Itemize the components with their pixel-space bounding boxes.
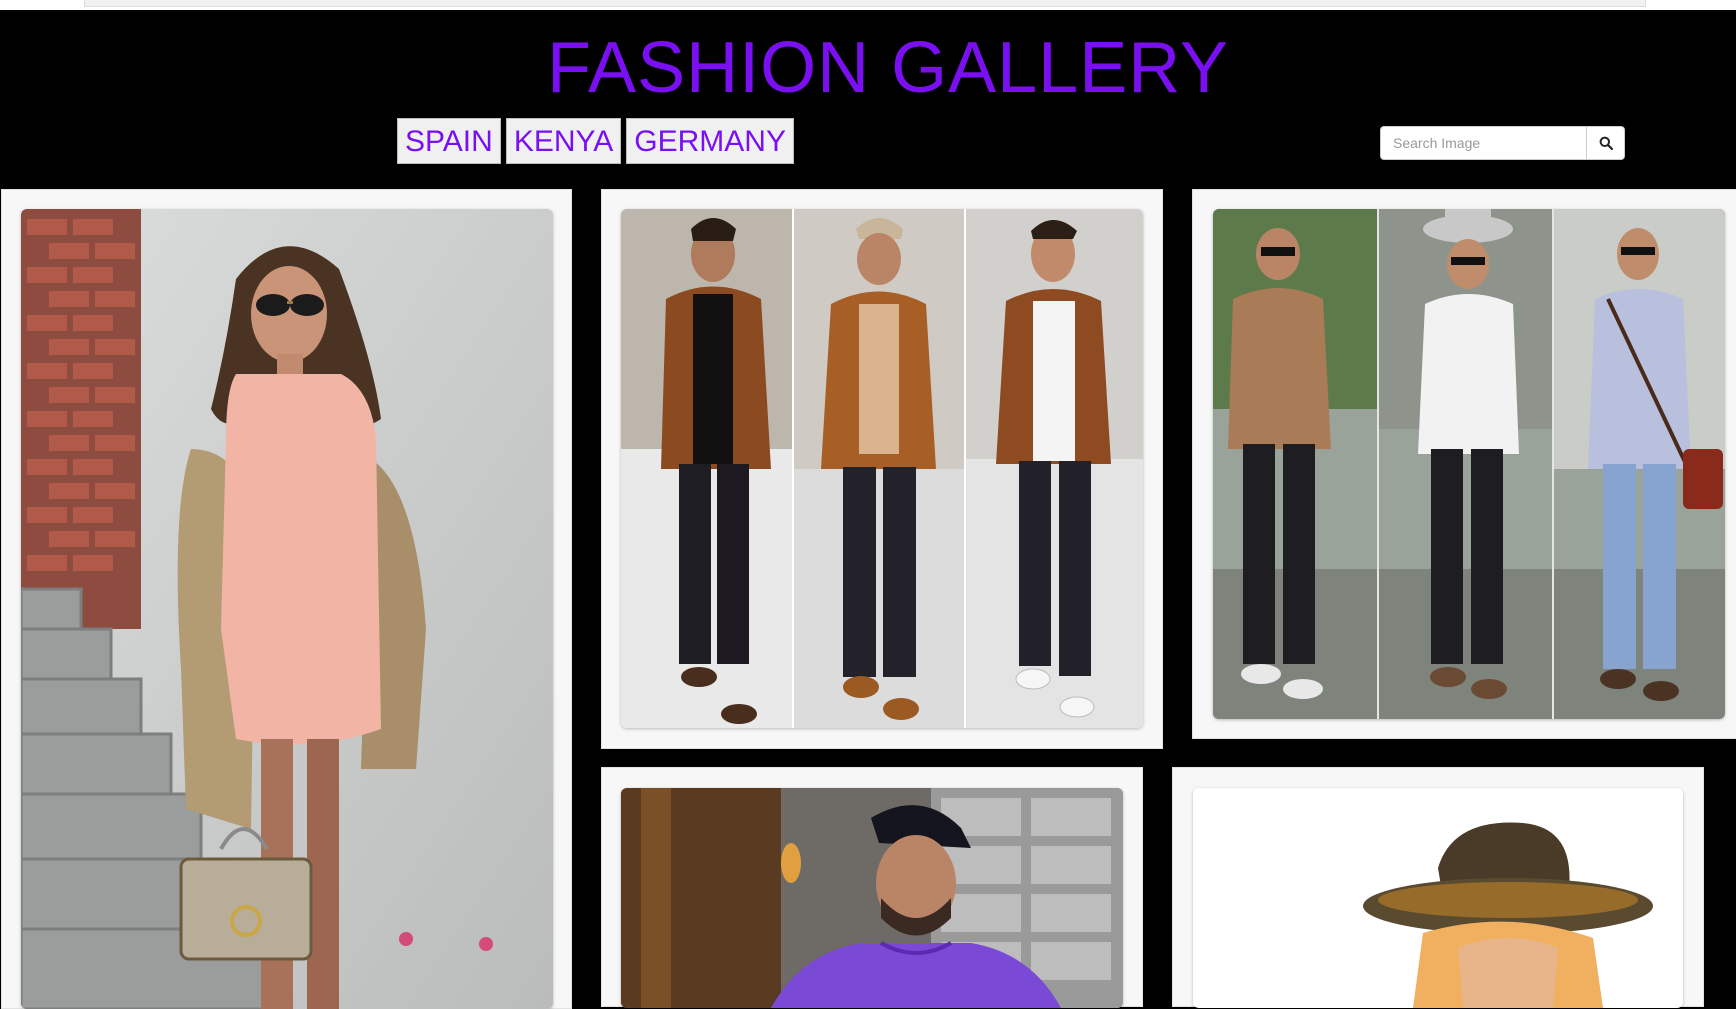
nav-button-germany[interactable]: GERMANY: [626, 118, 794, 164]
gallery-card-5[interactable]: [1172, 767, 1704, 1008]
three-men-brown-jackets-photo[interactable]: [621, 209, 1143, 728]
nav-button-kenya[interactable]: KENYA: [505, 118, 622, 164]
browser-top-strip: [0, 0, 1736, 10]
search-bar: [1380, 126, 1625, 160]
gallery-card-1[interactable]: [1, 189, 572, 1009]
gallery-card-2[interactable]: [601, 189, 1163, 749]
nav-button-spain[interactable]: SPAIN: [397, 118, 501, 164]
browser-top-strip-inner: [84, 0, 1646, 7]
page-title: FASHION GALLERY: [547, 28, 1229, 108]
search-input[interactable]: [1380, 126, 1586, 160]
woman-brown-hat-photo[interactable]: [1193, 788, 1683, 1008]
search-icon: [1599, 136, 1613, 150]
woman-pink-dress-photo[interactable]: [21, 209, 553, 1009]
search-button[interactable]: [1586, 126, 1625, 160]
gallery-card-4[interactable]: [601, 767, 1143, 1008]
man-purple-tee-cap-photo[interactable]: [621, 788, 1123, 1008]
gallery-card-3[interactable]: [1192, 189, 1736, 739]
three-men-street-style-photo[interactable]: [1213, 209, 1725, 719]
country-nav: SPAIN KENYA GERMANY: [397, 118, 794, 164]
